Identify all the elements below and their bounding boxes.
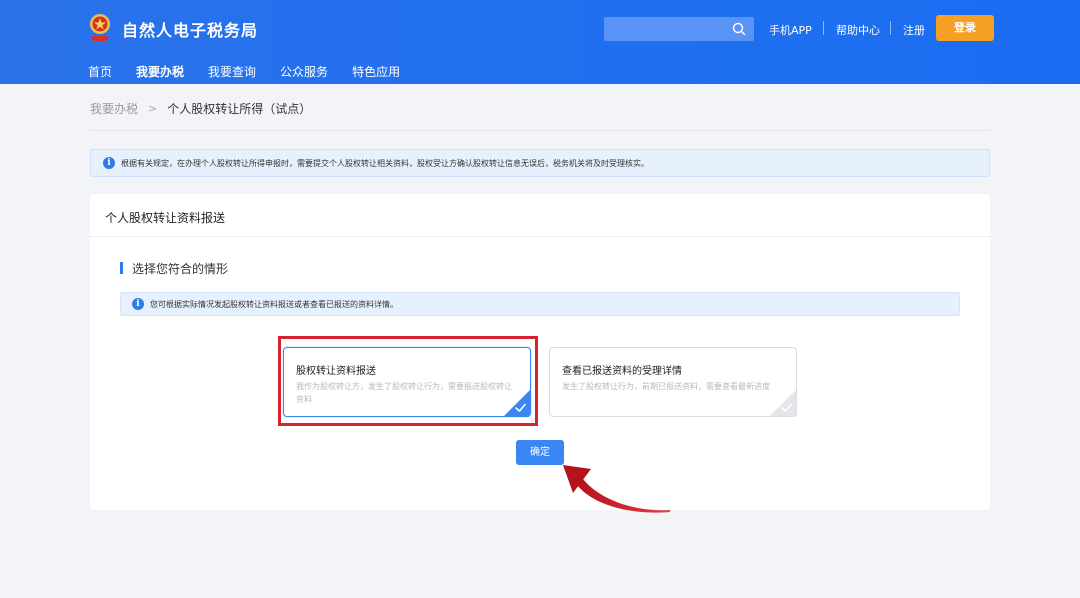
- breadcrumb: 我要办税 > 个人股权转让所得（试点）: [90, 100, 311, 116]
- breadcrumb-divider: [90, 130, 990, 131]
- top-header: 自然人电子税务局 手机APP 帮助中心 注册 登录 首页 我要办税 我要查询 公…: [0, 0, 1080, 84]
- section-title: 选择您符合的情形: [132, 262, 229, 276]
- login-button[interactable]: 登录: [936, 15, 994, 41]
- search-input[interactable]: [604, 17, 754, 41]
- option-title: 查看已报送资料的受理详情: [562, 366, 682, 377]
- mobile-app-link[interactable]: 手机APP: [769, 22, 812, 38]
- notice-text: 根据有关规定，在办理个人股权转让所得申报时，需要提交个人股权转让相关资料，股权受…: [121, 158, 649, 168]
- nav-item-query[interactable]: 我要查询: [208, 63, 256, 79]
- chevron-right-icon: >: [148, 101, 158, 115]
- inner-info-notice: i 您可根据实际情况发起股权转让资料报送或者查看已报送的资料详情。: [120, 292, 960, 316]
- annotation-arrow-icon: [563, 465, 670, 513]
- divider: [890, 21, 891, 35]
- highlight-box: [278, 336, 538, 426]
- card-title: 个人股权转让资料报送: [105, 211, 226, 225]
- divider: [823, 21, 824, 35]
- info-notice: i 根据有关规定，在办理个人股权转让所得申报时，需要提交个人股权转让相关资料，股…: [90, 149, 990, 177]
- nav-item-special-apps[interactable]: 特色应用: [352, 63, 400, 79]
- section-marker: [120, 262, 123, 274]
- option-description: 发生了股权转让行为，前期已报送资料，需要查看最新进度: [562, 382, 770, 391]
- breadcrumb-current: 个人股权转让所得（试点）: [167, 101, 312, 116]
- nav-item-public-service[interactable]: 公众服务: [280, 63, 328, 79]
- help-center-link[interactable]: 帮助中心: [836, 22, 880, 38]
- breadcrumb-home-link[interactable]: 我要办税: [90, 100, 138, 117]
- nav-item-home[interactable]: 首页: [88, 63, 112, 79]
- nav-item-tax-handling[interactable]: 我要办税: [136, 63, 184, 79]
- inner-notice-text: 您可根据实际情况发起股权转让资料报送或者查看已报送的资料详情。: [150, 299, 398, 309]
- option-view-submitted-details[interactable]: 查看已报送资料的受理详情 发生了股权转让行为，前期已报送资料，需要查看最新进度: [549, 347, 797, 417]
- site-title[interactable]: 自然人电子税务局: [122, 17, 258, 41]
- card-divider: [90, 236, 990, 237]
- tax-emblem-logo[interactable]: [88, 13, 112, 43]
- unselected-check-icon: [770, 390, 796, 416]
- info-icon: i: [103, 157, 115, 169]
- info-icon: i: [132, 298, 144, 310]
- search-icon[interactable]: [731, 21, 747, 37]
- register-link[interactable]: 注册: [903, 22, 925, 38]
- main-nav: 首页 我要办税 我要查询 公众服务 特色应用: [88, 63, 424, 79]
